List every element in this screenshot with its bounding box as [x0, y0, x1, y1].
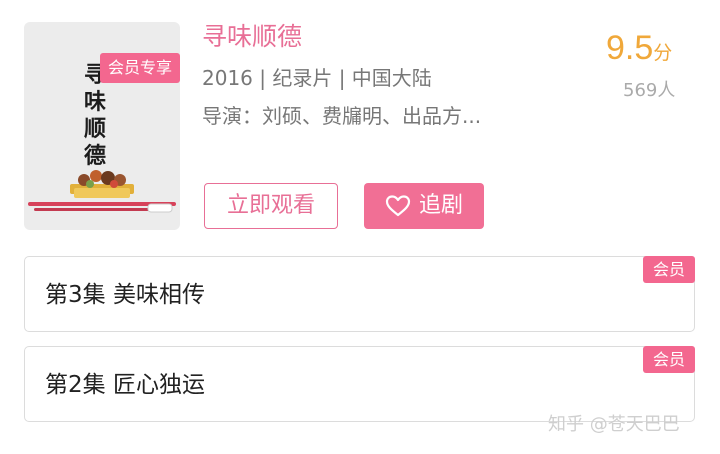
vip-badge: 会员 — [642, 346, 695, 373]
episode-row[interactable]: 第3集 美味相传 会员 — [24, 256, 695, 332]
show-title[interactable]: 寻味顺德 — [202, 20, 302, 54]
show-poster[interactable]: 寻 味 顺 德 会员专享 — [24, 22, 180, 230]
poster-char: 味 — [84, 89, 109, 115]
heart-outline-icon — [385, 195, 411, 217]
episode-title: 第2集 匠心独运 — [45, 372, 205, 398]
show-meta: 2016 | 纪录片 | 中国大陆 — [202, 66, 432, 90]
rating-unit: 分 — [653, 42, 673, 64]
follow-label: 追剧 — [418, 193, 463, 218]
vip-exclusive-tag: 会员专享 — [100, 53, 180, 83]
episode-title: 第3集 美味相传 — [45, 282, 205, 308]
show-director: 导演：刘硕、费牖明、出品方... — [202, 104, 482, 128]
poster-char: 顺 — [84, 116, 109, 142]
rating-score: 9.5分 — [606, 28, 672, 74]
rating-value: 9.5 — [606, 29, 654, 67]
watermark: 知乎 @苍天巴巴 — [548, 414, 680, 435]
dish-illustration — [28, 170, 176, 213]
rating-count: 569人 — [623, 80, 676, 101]
vip-badge: 会员 — [642, 256, 695, 283]
follow-button[interactable]: 追剧 — [364, 183, 484, 229]
watch-now-button[interactable]: 立即观看 — [204, 183, 338, 229]
